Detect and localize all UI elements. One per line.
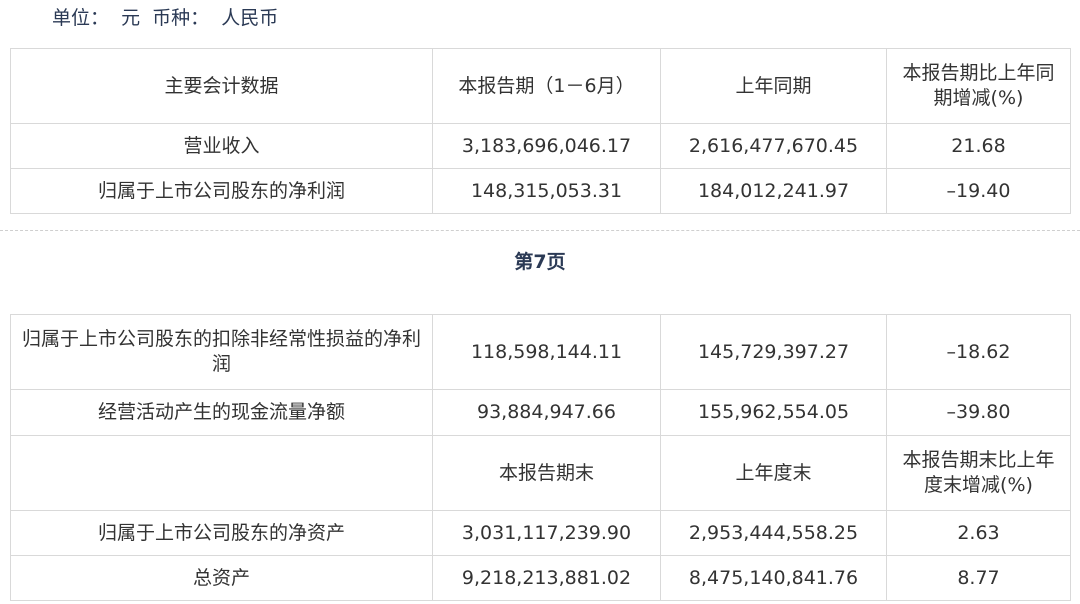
table-row: 经营活动产生的现金流量净额 93,884,947.66 155,962,554.…: [10, 389, 1071, 436]
value-cell: 3,183,696,046.17: [432, 123, 661, 169]
value-cell: –19.40: [886, 168, 1071, 214]
header-cell: 主要会计数据: [10, 48, 433, 124]
value-cell: 2,953,444,558.25: [660, 510, 887, 556]
table-row: 归属于上市公司股东的净利润 148,315,053.31 184,012,241…: [10, 168, 1071, 214]
table-row: 归属于上市公司股东的扣除非经常性损益的净利润 118,598,144.11 14…: [10, 314, 1071, 390]
value-cell: –39.80: [886, 389, 1071, 436]
row-label: 总资产: [10, 555, 433, 601]
value-cell: 8,475,140,841.76: [660, 555, 887, 601]
page-number-label: 第7页: [514, 251, 566, 273]
key-accounting-data-table-continued: 归属于上市公司股东的扣除非经常性损益的净利润 118,598,144.11 14…: [10, 314, 1071, 601]
row-label: 归属于上市公司股东的扣除非经常性损益的净利润: [10, 314, 433, 390]
value-cell: 93,884,947.66: [432, 389, 661, 436]
value-cell: 8.77: [886, 555, 1071, 601]
header-cell: 本报告期比上年同期增减(%): [886, 48, 1071, 124]
row-label: 营业收入: [10, 123, 433, 169]
table-row: 营业收入 3,183,696,046.17 2,616,477,670.45 2…: [10, 123, 1071, 169]
value-cell: 3,031,117,239.90: [432, 510, 661, 556]
table-row: 归属于上市公司股东的净资产 3,031,117,239.90 2,953,444…: [10, 510, 1071, 556]
value-cell: –18.62: [886, 314, 1071, 390]
value-cell: 2.63: [886, 510, 1071, 556]
value-cell: 2,616,477,670.45: [660, 123, 887, 169]
value-cell: 148,315,053.31: [432, 168, 661, 214]
row-label: 归属于上市公司股东的净资产: [10, 510, 433, 556]
subheader-cell: 本报告期末比上年度末增减(%): [886, 435, 1071, 511]
subheader-cell: [10, 435, 433, 511]
value-cell: 184,012,241.97: [660, 168, 887, 214]
value-cell: 21.68: [886, 123, 1071, 169]
subheader-cell: 上年度末: [660, 435, 887, 511]
page-break-divider: [0, 230, 1080, 231]
row-label: 经营活动产生的现金流量净额: [10, 389, 433, 436]
value-cell: 118,598,144.11: [432, 314, 661, 390]
table-header-row: 主要会计数据 本报告期（1－6月） 上年同期 本报告期比上年同期增减(%): [10, 48, 1071, 124]
value-cell: 145,729,397.27: [660, 314, 887, 390]
key-accounting-data-table: 主要会计数据 本报告期（1－6月） 上年同期 本报告期比上年同期增减(%) 营业…: [10, 48, 1071, 214]
value-cell: 9,218,213,881.02: [432, 555, 661, 601]
value-cell: 155,962,554.05: [660, 389, 887, 436]
header-cell: 本报告期（1－6月）: [432, 48, 661, 124]
subheader-cell: 本报告期末: [432, 435, 661, 511]
table-row: 总资产 9,218,213,881.02 8,475,140,841.76 8.…: [10, 555, 1071, 601]
row-label: 归属于上市公司股东的净利润: [10, 168, 433, 214]
header-cell: 上年同期: [660, 48, 887, 124]
unit-currency-line: 单位： 元 币种： 人民币: [52, 7, 279, 29]
table-subheader-row: 本报告期末 上年度末 本报告期末比上年度末增减(%): [10, 435, 1071, 511]
